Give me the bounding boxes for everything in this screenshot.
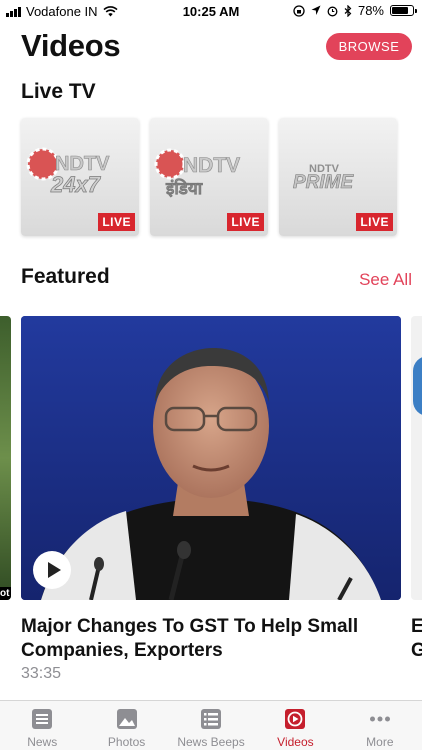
news-beeps-icon (201, 709, 222, 729)
next-card-thumbnail (413, 356, 422, 416)
bluetooth-icon (344, 4, 352, 17)
featured-prev-card[interactable]: ot (0, 316, 11, 600)
live-channel-ndtv-prime[interactable]: NDTV PRIME LIVE (279, 118, 397, 236)
battery-icon (390, 5, 417, 16)
live-badge: LIVE (98, 213, 135, 231)
featured-video-duration: 33:35 (21, 665, 62, 682)
tab-label: News Beeps (177, 735, 245, 749)
rotation-lock-icon (293, 4, 305, 17)
video-thumbnail (21, 316, 401, 600)
tab-label: News (27, 735, 58, 749)
live-channel-ndtv-india[interactable]: NDTV इंडिया LIVE (150, 118, 268, 236)
live-tv-title: Live TV (21, 80, 96, 103)
live-badge: LIVE (227, 213, 264, 231)
tab-label: Videos (277, 735, 314, 749)
featured-video-headline[interactable]: Major Changes To GST To Help Small Compa… (21, 615, 401, 663)
tab-videos[interactable]: Videos (253, 701, 337, 750)
tab-photos[interactable]: Photos (84, 701, 168, 750)
prev-card-label: ot (0, 587, 11, 600)
alarm-icon (327, 6, 338, 16)
tab-news-beeps[interactable]: News Beeps (169, 701, 253, 750)
battery-percent: 78% (357, 3, 384, 18)
channel-logo-line2: PRIME (293, 172, 355, 193)
browse-button[interactable]: BROWSE (326, 33, 412, 60)
location-icon (311, 5, 321, 15)
play-icon (47, 562, 61, 578)
next-card-headline[interactable]: E G (411, 615, 422, 663)
featured-video-card[interactable] (21, 316, 401, 600)
featured-title: Featured (21, 265, 110, 288)
status-bar: Vodafone IN 10:25 AM 78% (0, 0, 422, 22)
status-bar-right: 78% (293, 3, 417, 18)
featured-next-card[interactable] (411, 316, 422, 600)
see-all-link[interactable]: See All (359, 270, 412, 290)
news-icon (32, 709, 53, 729)
channel-logo-line2: इंडिया (165, 178, 203, 199)
channel-logo-line1: NDTV (183, 154, 240, 177)
photos-icon (116, 709, 137, 729)
page-title: Videos (21, 28, 121, 63)
tab-more[interactable]: More (338, 701, 422, 750)
play-button[interactable] (33, 551, 71, 589)
channel-logo-line2: 24x7 (50, 172, 102, 197)
more-icon (369, 716, 390, 722)
tab-label: More (366, 735, 394, 749)
live-tv-list: NDTV 24x7 LIVE NDTV इंडिया LIVE NDTV PRI… (21, 118, 397, 236)
live-channel-ndtv-24x7[interactable]: NDTV 24x7 LIVE (21, 118, 139, 236)
tab-news[interactable]: News (0, 701, 84, 750)
live-badge: LIVE (356, 213, 393, 231)
tab-bar: News Photos News Beeps Videos More (0, 700, 422, 750)
videos-icon (285, 709, 306, 729)
tab-label: Photos (107, 735, 146, 749)
